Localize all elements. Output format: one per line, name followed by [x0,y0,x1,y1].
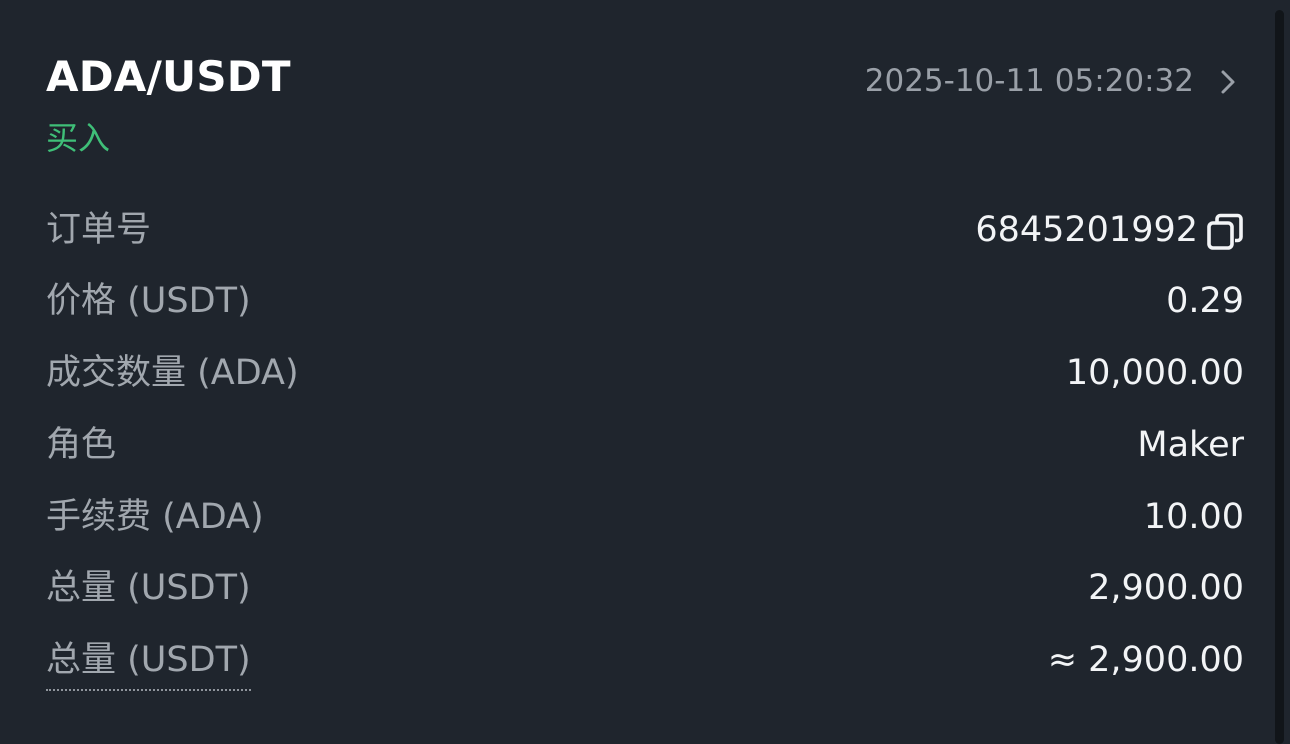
total-value: 2,900.00 [1088,568,1244,608]
price-label: 价格 (USDT) [46,281,251,321]
row-price: 价格 (USDT) 0.29 [46,276,1244,326]
order-detail-card: ADA/USDT 买入 2025-10-11 05:20:32 订单号 6845… [0,0,1290,744]
chevron-right-icon[interactable] [1216,67,1240,97]
scrollbar[interactable] [1275,10,1284,744]
row-total: 总量 (USDT) 2,900.00 [46,563,1244,613]
total-estimated-label[interactable]: 总量 (USDT) [46,635,251,691]
price-value: 0.29 [1166,281,1244,321]
filled-quantity-value: 10,000.00 [1065,353,1244,393]
order-id-label: 订单号 [46,210,152,250]
row-total-estimated: 总量 (USDT) ≈ 2,900.00 [46,635,1244,691]
copy-icon[interactable] [1206,213,1244,251]
filled-quantity-label: 成交数量 (ADA) [46,353,299,393]
order-side-buy: 买入 [46,119,111,157]
trading-pair: ADA/USDT [46,52,291,101]
row-order-id: 订单号 6845201992 [46,205,1244,255]
row-filled-quantity: 成交数量 (ADA) 10,000.00 [46,348,1244,398]
row-fee: 手续费 (ADA) 10.00 [46,492,1244,542]
fee-value: 10.00 [1143,497,1244,537]
role-label: 角色 [46,425,117,465]
row-role: 角色 Maker [46,420,1244,470]
total-estimated-value: ≈ 2,900.00 [1047,640,1244,680]
role-value: Maker [1137,425,1244,465]
fee-label: 手续费 (ADA) [46,497,264,537]
order-id-value: 6845201992 [975,210,1198,250]
order-datetime[interactable]: 2025-10-11 05:20:32 [865,63,1194,99]
total-label: 总量 (USDT) [46,568,251,608]
